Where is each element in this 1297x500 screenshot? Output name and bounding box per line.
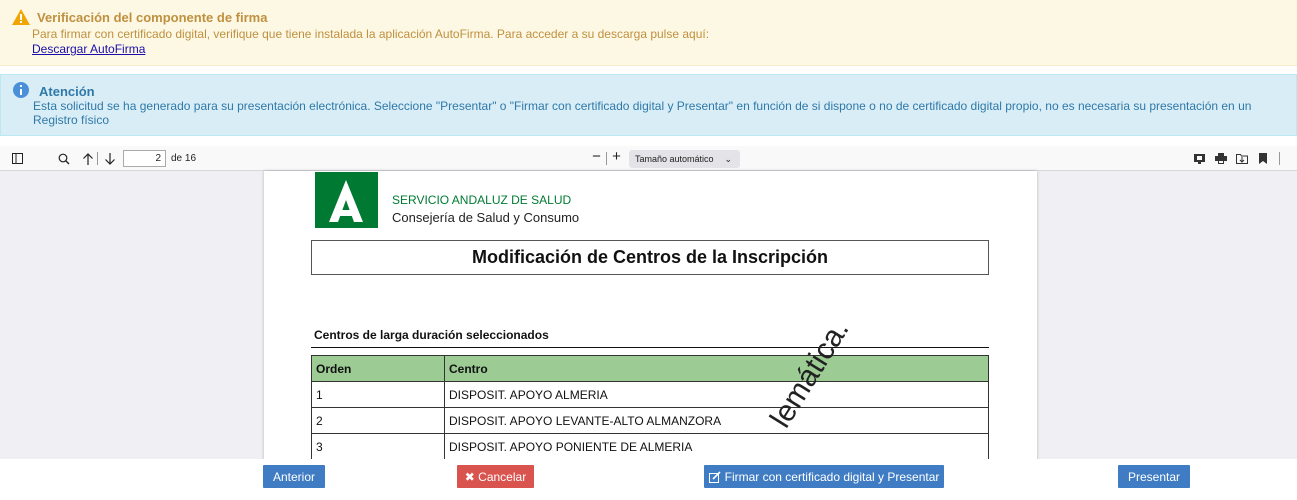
toolbar-separator [606, 152, 607, 165]
edit-icon [708, 470, 721, 483]
page-number-input[interactable]: 2 [123, 150, 166, 167]
ministry-name: Consejería de Salud y Consumo [392, 210, 580, 225]
sas-logo [315, 172, 378, 228]
table-cell-centro: DISPOSIT. APOYO LEVANTE-ALTO ALMANZORA [444, 407, 989, 434]
page-count-label: de 16 [171, 153, 197, 164]
zoom-out-button[interactable]: − [589, 148, 604, 165]
centers-table: Orden Centro 1 DISPOSIT. APOYO ALMERIA 2… [311, 355, 989, 459]
pdf-page: SERVICIO ANDALUZ DE SALUD Consejería de … [264, 171, 1037, 459]
table-cell-centro: DISPOSIT. APOYO PONIENTE DE ALMERIA [444, 433, 989, 459]
info-title: Atención [39, 84, 95, 99]
pdf-viewer: 2 de 16 − + Tamaño automático ⌄ SERVICIO… [0, 146, 1297, 459]
warning-icon [12, 9, 30, 30]
download-autofirma-link[interactable]: Descargar AutoFirma [32, 42, 145, 56]
warning-text: Para firmar con certificado digital, ver… [32, 27, 710, 41]
previous-page-icon[interactable] [80, 151, 95, 166]
zoom-select[interactable]: Tamaño automático ⌄ [629, 150, 740, 168]
info-text: Esta solicitud se ha generado para su pr… [33, 99, 1252, 127]
section-divider [311, 347, 989, 348]
bookmark-icon[interactable] [1255, 151, 1270, 166]
info-icon [13, 82, 29, 103]
sign-and-submit-button[interactable]: Firmar con certificado digital y Present… [704, 465, 944, 488]
table-row: 1 DISPOSIT. APOYO ALMERIA [311, 381, 989, 408]
next-page-icon[interactable] [102, 151, 117, 166]
previous-button[interactable]: Anterior [263, 465, 325, 488]
table-cell-orden: 3 [311, 433, 445, 459]
table-cell-orden: 1 [311, 381, 445, 408]
sidebar-toggle-icon[interactable] [10, 151, 25, 166]
search-icon[interactable] [56, 151, 71, 166]
presentation-mode-icon[interactable] [1192, 151, 1207, 166]
section-title: Centros de larga duración seleccionados [314, 328, 549, 342]
column-header-orden: Orden [311, 355, 445, 382]
pdf-toolbar: 2 de 16 − + Tamaño automático ⌄ [0, 146, 1297, 171]
toolbar-separator [97, 152, 98, 165]
toolbar-separator [1279, 152, 1280, 165]
table-cell-centro: DISPOSIT. APOYO ALMERIA [444, 381, 989, 408]
submit-button[interactable]: Presentar [1118, 465, 1190, 488]
warning-title: Verificación del componente de firma [37, 10, 268, 25]
column-header-centro: Centro [444, 355, 989, 382]
chevron-down-icon: ⌄ [724, 154, 732, 164]
print-icon[interactable] [1213, 151, 1228, 166]
cancel-button[interactable]: ✖ Cancelar [457, 465, 534, 488]
table-row: 3 DISPOSIT. APOYO PONIENTE DE ALMERIA [311, 433, 989, 459]
save-icon[interactable] [1234, 151, 1249, 166]
zoom-select-label: Tamaño automático [635, 154, 714, 164]
organization-name: SERVICIO ANDALUZ DE SALUD [392, 193, 572, 207]
document-title: Modificación de Centros de la Inscripció… [311, 240, 989, 275]
table-row: 2 DISPOSIT. APOYO LEVANTE-ALTO ALMANZORA [311, 407, 989, 434]
zoom-in-button[interactable]: + [609, 148, 624, 165]
table-header-row: Orden Centro [311, 355, 989, 382]
sign-and-submit-label: Firmar con certificado digital y Present… [724, 469, 940, 484]
autofirma-warning-alert: Verificación del componente de firma Par… [0, 0, 1297, 66]
table-cell-orden: 2 [311, 407, 445, 434]
attention-info-alert: Atención Esta solicitud se ha generado p… [0, 74, 1297, 136]
